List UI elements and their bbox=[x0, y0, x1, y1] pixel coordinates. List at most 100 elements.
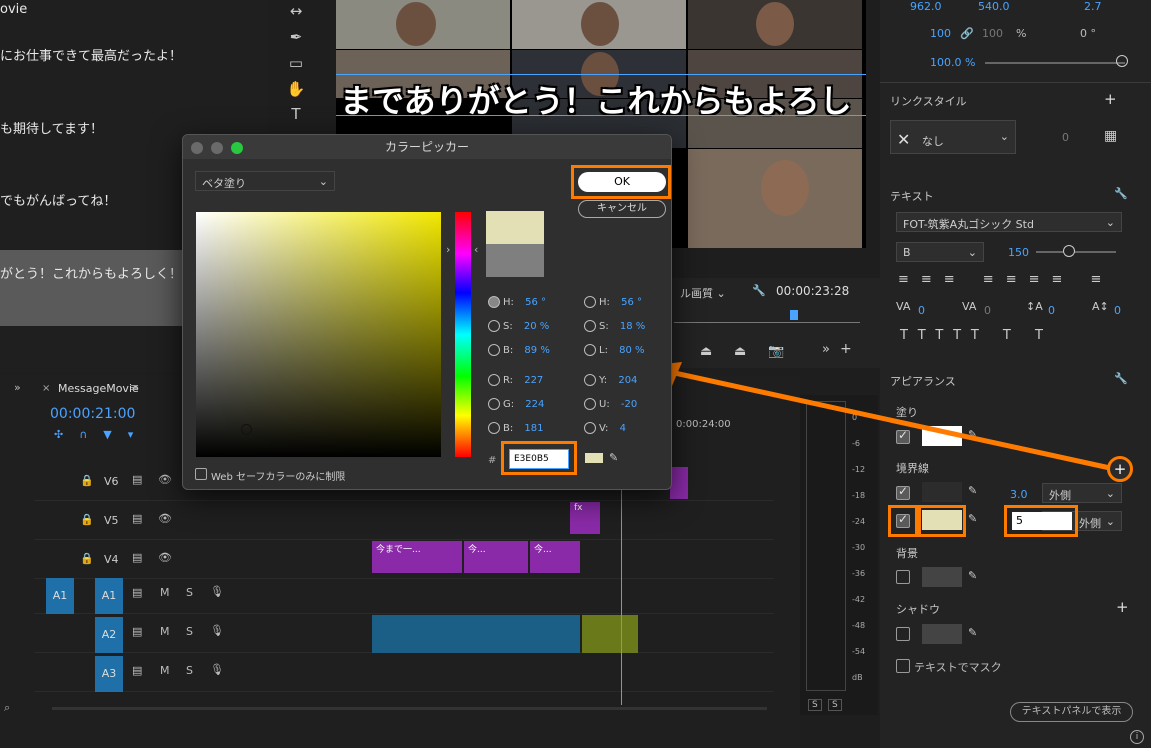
position-y[interactable]: 540.0 bbox=[978, 0, 1010, 13]
close-window-icon[interactable] bbox=[191, 142, 203, 154]
mask-checkbox[interactable] bbox=[896, 659, 910, 673]
position-x[interactable]: 962.0 bbox=[910, 0, 942, 13]
transcript-line[interactable]: ovie bbox=[0, 2, 27, 17]
lift-icon[interactable]: ⏏ bbox=[700, 344, 712, 359]
yuv-v[interactable]: 4 bbox=[620, 423, 626, 434]
leading-icon[interactable]: ↕A bbox=[1026, 300, 1043, 313]
track-label[interactable]: A2 bbox=[95, 617, 123, 653]
baseline-value[interactable]: 0 bbox=[1114, 304, 1121, 317]
hsb-s[interactable]: 20 % bbox=[524, 321, 549, 332]
panel-menu-icon[interactable]: » bbox=[14, 381, 21, 394]
add-link-style-icon[interactable]: + bbox=[1104, 90, 1117, 108]
hsl-s[interactable]: 18 % bbox=[620, 321, 645, 332]
info-icon[interactable]: i bbox=[1130, 730, 1144, 744]
opacity-slider-handle[interactable] bbox=[1116, 55, 1128, 67]
close-tab-icon[interactable]: × bbox=[42, 383, 50, 394]
alignment-buttons[interactable]: ≡≡≡ ≡≡≡≡ ≡ bbox=[898, 272, 1113, 287]
solo-button[interactable]: S bbox=[186, 625, 193, 638]
opacity-slider[interactable] bbox=[985, 62, 1125, 64]
sequence-tab[interactable]: MessageMovie bbox=[58, 382, 139, 395]
background-checkbox[interactable] bbox=[896, 570, 910, 584]
lock-icon[interactable]: 🔒 bbox=[80, 513, 94, 526]
mute-button[interactable]: M bbox=[160, 664, 170, 677]
link-icon[interactable]: 🔗 bbox=[960, 27, 974, 40]
audio-clip[interactable] bbox=[372, 615, 580, 653]
saturation-radio[interactable] bbox=[488, 320, 500, 332]
eye-icon[interactable]: 👁 bbox=[158, 551, 172, 564]
extract-icon[interactable]: ⏏ bbox=[734, 344, 746, 359]
kerning-value[interactable]: 0 bbox=[984, 304, 991, 317]
hsl-l[interactable]: 80 % bbox=[619, 345, 644, 356]
hsb-b[interactable]: 89 % bbox=[524, 345, 549, 356]
mic-icon[interactable]: 🎙 bbox=[210, 624, 224, 637]
yuv-y[interactable]: 204 bbox=[618, 375, 637, 386]
font-size-value[interactable]: 150 bbox=[1008, 246, 1029, 259]
y-radio[interactable] bbox=[584, 374, 596, 386]
cancel-button[interactable]: キャンセル bbox=[578, 200, 666, 218]
rgb-b[interactable]: 181 bbox=[524, 423, 543, 434]
add-shadow-icon[interactable]: + bbox=[1116, 598, 1129, 616]
playhead-marker[interactable] bbox=[790, 310, 798, 320]
track-select-icon[interactable]: ↔ bbox=[286, 2, 306, 22]
scrub-bar[interactable] bbox=[674, 322, 860, 323]
track-label[interactable]: A3 bbox=[95, 656, 123, 692]
mic-icon[interactable]: 🎙 bbox=[210, 585, 224, 598]
horizontal-scrollbar[interactable] bbox=[52, 707, 767, 710]
scale-width[interactable]: 100 bbox=[930, 27, 951, 40]
eyedropper-icon[interactable]: ✎ bbox=[968, 484, 977, 497]
stroke-width-1[interactable]: 3.0 bbox=[1010, 488, 1028, 501]
font-style-dropdown[interactable]: B ⌄ bbox=[896, 242, 984, 262]
brightness-radio[interactable] bbox=[488, 344, 500, 356]
shadow-checkbox[interactable] bbox=[896, 627, 910, 641]
blue-radio[interactable] bbox=[488, 422, 500, 434]
opacity-value[interactable]: 100.0 % bbox=[930, 56, 975, 69]
sync-icon[interactable]: ▤ bbox=[132, 551, 142, 564]
yuv-u[interactable]: -20 bbox=[621, 399, 637, 410]
color-field-cursor[interactable] bbox=[241, 424, 252, 435]
v-radio[interactable] bbox=[584, 422, 596, 434]
u-radio[interactable] bbox=[584, 398, 596, 410]
transcript-line[interactable]: にお仕事できて最高だったよ！ bbox=[0, 45, 182, 64]
pen-icon[interactable]: ✒ bbox=[286, 28, 306, 48]
sync-icon[interactable]: ▤ bbox=[132, 664, 142, 677]
program-timecode[interactable]: 00:00:23:28 bbox=[776, 284, 849, 298]
baseline-icon[interactable]: A↕ bbox=[1092, 300, 1109, 313]
timeline-timecode[interactable]: 00:00:21:00 bbox=[50, 406, 135, 422]
transcript-line[interactable]: でもがんばってね！ bbox=[0, 190, 116, 209]
mute-button[interactable]: M bbox=[160, 586, 170, 599]
rotation-value[interactable]: 0 ° bbox=[1080, 27, 1096, 40]
solo-button[interactable]: S bbox=[186, 586, 193, 599]
hsl-h-radio[interactable] bbox=[584, 296, 596, 308]
sync-icon[interactable]: ▤ bbox=[132, 473, 142, 486]
transcript-line[interactable]: がとう！これからもよろしく！ bbox=[0, 263, 182, 282]
hand-icon[interactable]: ✋ bbox=[286, 80, 306, 100]
wrench-icon[interactable]: 🔧 bbox=[1114, 187, 1128, 200]
web-safe-checkbox[interactable] bbox=[195, 468, 207, 480]
scale-height[interactable]: 100 bbox=[982, 27, 1003, 40]
tracking-value[interactable]: 0 bbox=[918, 304, 925, 317]
anchor-value[interactable]: 2.7 bbox=[1084, 0, 1102, 13]
font-family-dropdown[interactable]: FOT-筑紫A丸ゴシック Std ⌄ bbox=[896, 212, 1122, 232]
wrench-icon[interactable]: 🔧 bbox=[752, 284, 766, 297]
shadow-color-swatch[interactable] bbox=[922, 624, 962, 644]
more-icon[interactable]: » bbox=[822, 342, 830, 357]
green-radio[interactable] bbox=[488, 398, 500, 410]
add-button-icon[interactable]: + bbox=[840, 341, 852, 357]
hsl-s-radio[interactable] bbox=[584, 320, 596, 332]
mute-button[interactable]: M bbox=[160, 625, 170, 638]
eyedropper-icon[interactable]: ✎ bbox=[609, 451, 618, 464]
hue-radio[interactable] bbox=[488, 296, 500, 308]
audio-clip[interactable] bbox=[582, 615, 638, 653]
text-tool-icon[interactable]: T bbox=[286, 105, 306, 125]
rgb-r[interactable]: 227 bbox=[524, 375, 543, 386]
lock-icon[interactable]: 🔒 bbox=[80, 474, 94, 487]
clip[interactable]: 今まで一... bbox=[372, 541, 462, 573]
source-patch-a1[interactable]: A1 bbox=[46, 578, 74, 614]
fill-mode-dropdown[interactable]: ベタ塗り ⌄ bbox=[195, 171, 335, 191]
lock-icon[interactable]: 🔒 bbox=[80, 552, 94, 565]
solo-right-button[interactable]: S bbox=[828, 699, 842, 711]
stroke-checkbox-1[interactable] bbox=[896, 484, 910, 500]
solo-left-button[interactable]: S bbox=[808, 699, 822, 711]
leading-value[interactable]: 0 bbox=[1048, 304, 1055, 317]
hsl-l-radio[interactable] bbox=[584, 344, 596, 356]
